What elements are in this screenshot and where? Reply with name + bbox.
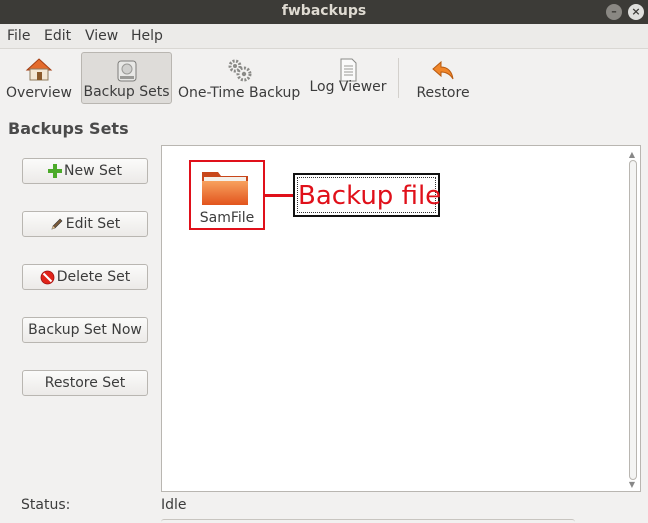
- annotation-callout: Backup file: [293, 173, 441, 217]
- menu-view[interactable]: View: [85, 28, 118, 44]
- title-bar: fwbackups – ×: [0, 0, 648, 24]
- scrollbar-trough[interactable]: [629, 160, 637, 480]
- home-icon: [25, 58, 53, 81]
- annotation-connector: [265, 194, 293, 197]
- annotation-text: Backup file: [297, 177, 441, 213]
- toolbar-backup-sets-button[interactable]: Backup Sets: [81, 52, 172, 104]
- backup-set-now-button[interactable]: Backup Set Now: [22, 317, 148, 343]
- edit-set-button[interactable]: Edit Set: [22, 211, 148, 237]
- restore-arrow-icon: [432, 60, 454, 80]
- toolbar-overview-button[interactable]: Overview: [4, 52, 74, 104]
- toolbar-one-time-backup-button[interactable]: One-Time Backup: [178, 52, 300, 104]
- scroll-up-icon[interactable]: ▲: [626, 150, 638, 160]
- set-item-samfile[interactable]: SamFile: [189, 160, 265, 230]
- toolbar-separator: [398, 58, 399, 98]
- restore-set-button[interactable]: Restore Set: [22, 370, 148, 396]
- delete-set-button[interactable]: Delete Set: [22, 264, 148, 290]
- vertical-scrollbar[interactable]: ▲ ▼: [626, 150, 638, 490]
- menu-edit[interactable]: Edit: [44, 28, 71, 44]
- scroll-down-icon[interactable]: ▼: [626, 480, 638, 490]
- backup-sets-view[interactable]: SamFile Backup file ▲ ▼: [161, 145, 641, 492]
- folder-icon: [202, 172, 248, 205]
- set-item-label: SamFile: [199, 210, 255, 226]
- new-set-button[interactable]: New Set: [22, 158, 148, 184]
- status-value: Idle: [161, 497, 187, 513]
- progress-bar-edge: [161, 519, 575, 523]
- plus-icon: [48, 164, 62, 178]
- toolbar: Overview Backup Sets One-Time Backup Log…: [0, 49, 648, 112]
- window-title: fwbackups: [281, 3, 367, 19]
- gears-icon: [228, 59, 251, 82]
- menu-help[interactable]: Help: [131, 28, 163, 44]
- pencil-icon: [51, 218, 63, 230]
- no-entry-icon: [40, 270, 55, 284]
- status-label: Status:: [21, 497, 71, 513]
- drive-icon: [117, 60, 136, 82]
- minimize-icon[interactable]: –: [606, 4, 622, 20]
- toolbar-log-viewer-button[interactable]: Log Viewer: [306, 52, 390, 104]
- menu-bar: File Edit View Help: [0, 24, 648, 49]
- menu-file[interactable]: File: [7, 28, 30, 44]
- toolbar-restore-button[interactable]: Restore: [410, 52, 476, 104]
- close-icon[interactable]: ×: [628, 4, 644, 20]
- section-title: Backups Sets: [8, 119, 129, 138]
